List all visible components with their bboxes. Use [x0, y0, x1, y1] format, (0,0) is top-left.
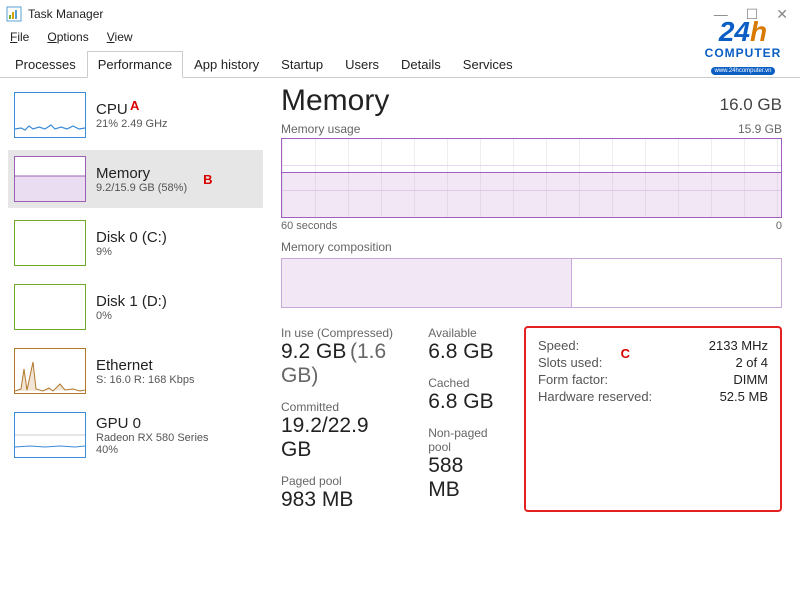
tabstrip: Processes Performance App history Startu… [0, 50, 800, 78]
cached-value: 6.8 GB [428, 390, 498, 414]
task-manager-window: Task Manager — ☐ ✕ File Options View Pro… [0, 0, 800, 600]
usage-max: 15.9 GB [738, 122, 782, 136]
detail-total: 16.0 GB [720, 95, 782, 115]
memory-title: Memory [96, 165, 187, 182]
window-title: Task Manager [28, 7, 103, 21]
cpu-sub: 21% 2.49 GHz [96, 118, 168, 130]
gpu0-thumb [14, 412, 86, 458]
composition-label: Memory composition [281, 240, 392, 254]
gpu0-sub2: 40% [96, 444, 209, 456]
tab-startup[interactable]: Startup [270, 51, 334, 78]
memory-usage-graph [281, 138, 782, 218]
tab-app-history[interactable]: App history [183, 51, 270, 78]
tab-performance[interactable]: Performance [87, 51, 183, 78]
sidebar-item-disk0[interactable]: Disk 0 (C:)9% [8, 214, 263, 272]
usage-label: Memory usage [281, 122, 360, 136]
sidebar-item-cpu[interactable]: CPU21% 2.49 GHz [8, 86, 263, 144]
form-label: Form factor: [538, 372, 608, 387]
ethernet-sub: S: 16.0 R: 168 Kbps [96, 374, 194, 386]
nonpaged-label: Non-paged pool [428, 426, 498, 454]
memory-detail: Memory 16.0 GB Memory usage 15.9 GB 60 se… [263, 78, 800, 578]
inuse-label: In use (Compressed) [281, 326, 402, 340]
annotation-a: A [130, 98, 139, 113]
gpu0-title: GPU 0 [96, 415, 209, 432]
available-label: Available [428, 326, 498, 340]
disk1-thumb [14, 284, 86, 330]
hwres-label: Hardware reserved: [538, 389, 652, 404]
tab-details[interactable]: Details [390, 51, 452, 78]
performance-sidebar: CPU21% 2.49 GHz Memory9.2/15.9 GB (58%) … [0, 78, 263, 578]
titlebar: Task Manager — ☐ ✕ [0, 0, 800, 28]
menubar: File Options View [0, 28, 800, 50]
inuse-value: 9.2 GB [281, 340, 346, 363]
paged-value: 983 MB [281, 488, 402, 512]
memory-composition-graph [281, 258, 782, 308]
nonpaged-value: 588 MB [428, 454, 498, 502]
tab-processes[interactable]: Processes [4, 51, 87, 78]
menu-file[interactable]: File [10, 30, 29, 44]
slots-value: 2 of 4 [735, 355, 768, 370]
ethernet-thumb [14, 348, 86, 394]
ethernet-title: Ethernet [96, 357, 194, 374]
memory-sub: 9.2/15.9 GB (58%) [96, 182, 187, 194]
axis-left: 60 seconds [281, 220, 337, 232]
watermark-logo: 24h COMPUTER www.24hcomputer.vn [704, 18, 782, 75]
speed-label: Speed: [538, 338, 579, 353]
annotation-c: C [621, 346, 630, 361]
disk1-sub: 0% [96, 310, 167, 322]
gpu0-sub: Radeon RX 580 Series [96, 432, 209, 444]
hardware-info-box: Speed: 2133 MHz Slots used: 2 of 4 Form fa… [524, 326, 782, 512]
tab-users[interactable]: Users [334, 51, 390, 78]
slots-label: Slots used: [538, 355, 602, 370]
detail-title: Memory [281, 84, 389, 118]
sidebar-item-gpu0[interactable]: GPU 0Radeon RX 580 Series40% [8, 406, 263, 464]
cached-label: Cached [428, 376, 498, 390]
axis-right: 0 [776, 220, 782, 232]
disk0-thumb [14, 220, 86, 266]
hwres-value: 52.5 MB [720, 389, 768, 404]
cpu-thumb [14, 92, 86, 138]
disk0-sub: 9% [96, 246, 167, 258]
menu-view[interactable]: View [107, 30, 133, 44]
menu-options[interactable]: Options [47, 30, 88, 44]
speed-value: 2133 MHz [709, 338, 768, 353]
form-value: DIMM [733, 372, 768, 387]
sidebar-item-ethernet[interactable]: EthernetS: 16.0 R: 168 Kbps [8, 342, 263, 400]
available-value: 6.8 GB [428, 340, 498, 364]
sidebar-item-disk1[interactable]: Disk 1 (D:)0% [8, 278, 263, 336]
tab-services[interactable]: Services [452, 51, 524, 78]
committed-label: Committed [281, 400, 402, 414]
annotation-b: B [203, 172, 212, 187]
disk0-title: Disk 0 (C:) [96, 229, 167, 246]
committed-value: 19.2/22.9 GB [281, 414, 402, 462]
memory-thumb [14, 156, 86, 202]
sidebar-item-memory[interactable]: Memory9.2/15.9 GB (58%) B [8, 150, 263, 208]
app-icon [6, 6, 22, 22]
paged-label: Paged pool [281, 474, 402, 488]
disk1-title: Disk 1 (D:) [96, 293, 167, 310]
